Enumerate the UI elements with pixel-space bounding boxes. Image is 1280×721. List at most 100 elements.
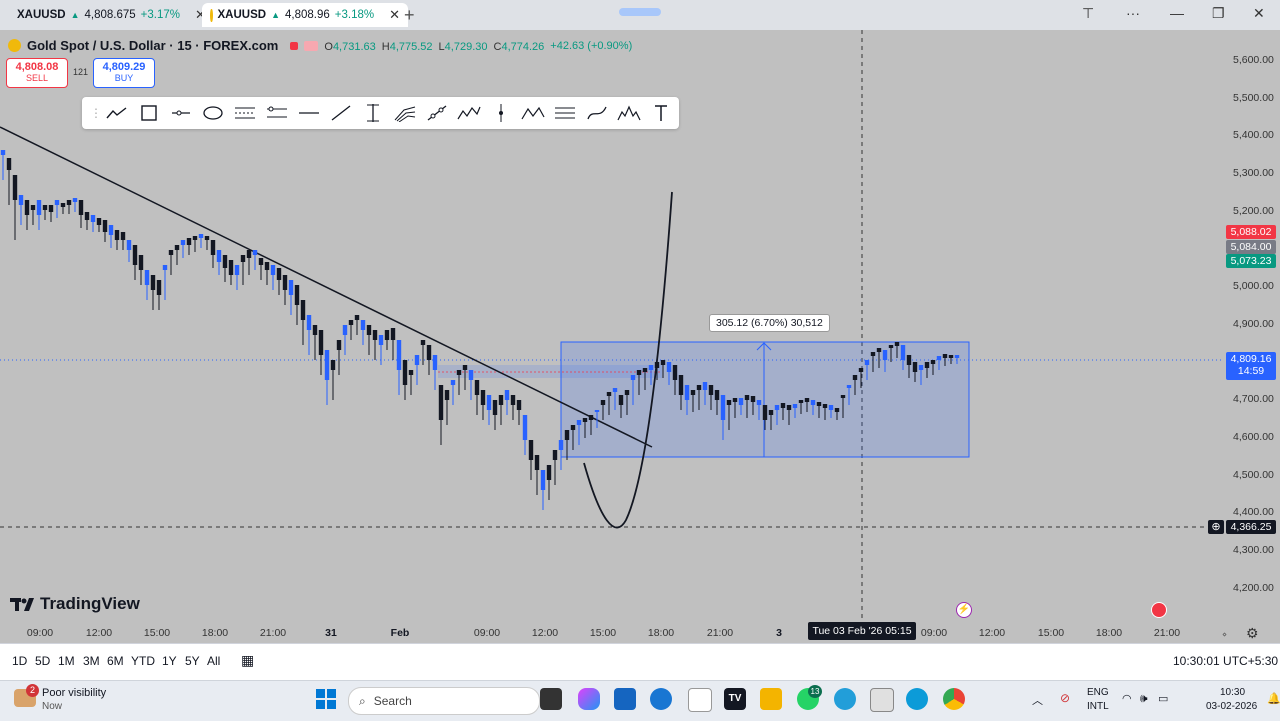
candle-body	[84, 212, 90, 220]
language-code[interactable]: ENG	[1087, 687, 1109, 698]
close-window-icon[interactable]: ✕	[1253, 5, 1265, 22]
tab-search-pill[interactable]	[619, 8, 661, 16]
time-axis-label: 15:00	[1037, 627, 1065, 639]
pitchfork-tool-icon[interactable]	[392, 100, 418, 126]
close-tab-icon[interactable]: ✕	[389, 7, 400, 23]
time-axis-label: 3	[776, 627, 782, 639]
store-icon[interactable]	[614, 688, 636, 710]
keyboard-layout[interactable]: INTL	[1087, 701, 1109, 712]
candle-body	[12, 175, 18, 200]
notifications-bell-icon[interactable]: 🔔	[1267, 692, 1280, 705]
range-1y[interactable]: 1Y	[162, 654, 177, 668]
measure-label[interactable]: 305.12 (6.70%) 30,512	[709, 314, 830, 332]
us-flag-event-icon[interactable]	[1151, 602, 1167, 618]
task-view-icon[interactable]	[540, 688, 562, 710]
utc-clock[interactable]: 10:30:01 UTC+5:30	[1173, 654, 1278, 668]
battery-icon[interactable]: ▭	[1158, 692, 1168, 705]
lightning-event-icon[interactable]: ⚡	[956, 602, 972, 618]
trend-angle-tool-icon[interactable]	[104, 100, 130, 126]
rectangle-tool-icon[interactable]	[136, 100, 162, 126]
ellipse-tool-icon[interactable]	[200, 100, 226, 126]
buy-button[interactable]: 4,809.29 BUY	[93, 58, 155, 88]
candle-body	[954, 355, 960, 358]
candle-body	[90, 215, 96, 222]
indicator-icon[interactable]	[304, 40, 319, 51]
candle-body	[150, 275, 156, 290]
range-ytd[interactable]: YTD	[131, 654, 155, 668]
minimize-icon[interactable]: —	[1170, 5, 1184, 21]
elliott-wave-tool-icon[interactable]	[456, 100, 482, 126]
volume-icon[interactable]: 🕪	[1140, 691, 1148, 706]
copilot-icon[interactable]	[578, 688, 600, 710]
vertical-line-tool-icon[interactable]	[360, 100, 386, 126]
time-axis-label: 21:00	[706, 627, 734, 639]
layout-icon[interactable]: ⊤	[1082, 5, 1094, 22]
edge-browser-icon[interactable]	[906, 688, 928, 710]
snipping-tool-icon[interactable]	[870, 688, 894, 712]
browser-tab-1[interactable]: XAUUSD ▲ 4,808.675 +3.17% ✕	[4, 3, 208, 27]
text-lines-tool-icon[interactable]	[552, 100, 578, 126]
date-range-calendar-icon[interactable]: ▦	[241, 652, 254, 669]
time-axis-label: 09:00	[920, 627, 948, 639]
candle-body	[774, 405, 780, 410]
wifi-icon[interactable]: ◠	[1122, 692, 1132, 705]
tradingview-app-icon[interactable]: TV	[724, 688, 746, 710]
open-value: 4,731.63	[332, 40, 376, 53]
candle-body	[72, 198, 78, 202]
parallel-channel-tool-icon[interactable]	[264, 100, 290, 126]
sell-button[interactable]: 4,808.08 SELL	[6, 58, 68, 88]
text-tool-icon[interactable]	[648, 100, 674, 126]
telegram-icon[interactable]	[834, 688, 856, 710]
ray-tool-icon[interactable]	[424, 100, 450, 126]
candle-body	[192, 236, 198, 240]
time-axis-label: 09:00	[473, 627, 501, 639]
taskbar-date[interactable]: 03-02-2026	[1206, 701, 1257, 712]
taskbar-search[interactable]: ⌕ Search	[348, 687, 540, 715]
range-5d[interactable]: 5D	[35, 654, 50, 668]
candle-body	[948, 355, 954, 358]
symbol-header: Gold Spot / U.S. Dollar · 15 · FOREX.com…	[8, 38, 632, 53]
range-6m[interactable]: 6M	[107, 654, 124, 668]
head-shoulders-tool-icon[interactable]	[616, 100, 642, 126]
taskbar-time[interactable]: 10:30	[1220, 687, 1245, 698]
time-axis-label: 09:00	[26, 627, 54, 639]
candle-body	[654, 362, 660, 368]
drag-handle-icon[interactable]: ⋮	[90, 106, 102, 120]
horizontal-line-tool-icon[interactable]	[296, 100, 322, 126]
file-explorer-icon[interactable]	[760, 688, 782, 710]
bar-countdown: 14:59	[1237, 365, 1265, 377]
range-3m[interactable]: 3M	[83, 654, 100, 668]
horizontal-ray-tool-icon[interactable]	[168, 100, 194, 126]
dell-icon[interactable]	[650, 688, 672, 710]
range-1m[interactable]: 1M	[58, 654, 75, 668]
symbol-title[interactable]: Gold Spot / U.S. Dollar · 15 · FOREX.com	[27, 38, 278, 53]
range-5y[interactable]: 5Y	[185, 654, 200, 668]
abcd-pattern-tool-icon[interactable]	[520, 100, 546, 126]
candle-body	[408, 370, 414, 375]
add-alert-icon[interactable]: ⊕	[1208, 520, 1224, 534]
brush-tool-icon[interactable]	[584, 100, 610, 126]
time-axis-label: 15:00	[143, 627, 171, 639]
settings-gear-icon[interactable]: ⚙	[1246, 625, 1259, 642]
security-status-icon[interactable]: ⊘	[1060, 691, 1070, 705]
candle-body	[600, 400, 606, 405]
new-tab-icon[interactable]: +	[404, 5, 415, 26]
restore-icon[interactable]: ❐	[1212, 5, 1225, 22]
notepad-icon[interactable]	[688, 688, 712, 712]
price-axis-label: 5,400.00	[1233, 129, 1274, 141]
fib-retracement-tool-icon[interactable]	[232, 100, 258, 126]
range-1d[interactable]: 1D	[12, 654, 27, 668]
vertical-marker-icon[interactable]	[488, 100, 514, 126]
chrome-browser-icon[interactable]	[943, 688, 965, 710]
price-axis-label: 5,600.00	[1233, 54, 1274, 66]
more-icon[interactable]: ···	[1126, 5, 1140, 21]
trend-line-tool-icon[interactable]	[328, 100, 354, 126]
candle-body	[30, 205, 36, 210]
axis-menu-dot[interactable]: ⋄	[1222, 630, 1227, 639]
windows-start-icon[interactable]	[316, 689, 336, 709]
weather-title[interactable]: Poor visibility	[42, 687, 106, 699]
range-all[interactable]: All	[207, 654, 220, 668]
candle-body	[930, 360, 936, 364]
show-hidden-icons-chevron-icon[interactable]: ︿	[1032, 692, 1043, 708]
browser-tab-2[interactable]: XAUUSD ▲ 4,808.96 +3.18% ✕	[202, 3, 408, 27]
